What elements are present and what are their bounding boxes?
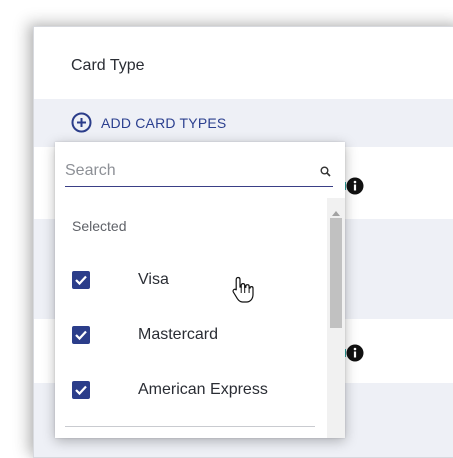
add-card-types-button[interactable]: ADD CARD TYPES <box>71 112 226 133</box>
checkbox-checked[interactable] <box>72 271 90 289</box>
checkbox-checked[interactable] <box>72 326 90 344</box>
info-icon[interactable] <box>346 177 364 200</box>
option-american-express[interactable]: American Express <box>55 373 325 409</box>
option-label: Mastercard <box>138 326 219 343</box>
card-type-header: Card Type <box>34 27 453 100</box>
search-field <box>65 158 333 187</box>
dropdown-scrollbar[interactable] <box>327 198 345 438</box>
checkbox-checked[interactable] <box>72 381 90 399</box>
add-card-types-row: ADD CARD TYPES <box>34 99 453 147</box>
info-icon[interactable] <box>346 344 364 367</box>
card-type-dropdown: Selected Visa Mastercard American Expres… <box>55 142 345 438</box>
selected-heading: Selected <box>72 218 127 234</box>
option-mastercard[interactable]: Mastercard <box>55 318 325 354</box>
check-icon <box>75 385 87 396</box>
divider <box>65 426 315 427</box>
plus-circle-icon <box>71 112 92 133</box>
check-icon <box>75 330 87 341</box>
check-icon <box>75 275 87 286</box>
search-icon[interactable] <box>320 164 331 182</box>
scrollbar-thumb[interactable] <box>330 218 342 328</box>
search-input[interactable] <box>65 158 305 184</box>
option-visa[interactable]: Visa <box>55 263 325 299</box>
card-type-title: Card Type <box>71 57 145 74</box>
hand-pointer-icon <box>231 276 255 309</box>
option-label: American Express <box>138 381 268 398</box>
add-card-types-label: ADD CARD TYPES <box>101 114 227 131</box>
option-label: Visa <box>138 271 169 288</box>
